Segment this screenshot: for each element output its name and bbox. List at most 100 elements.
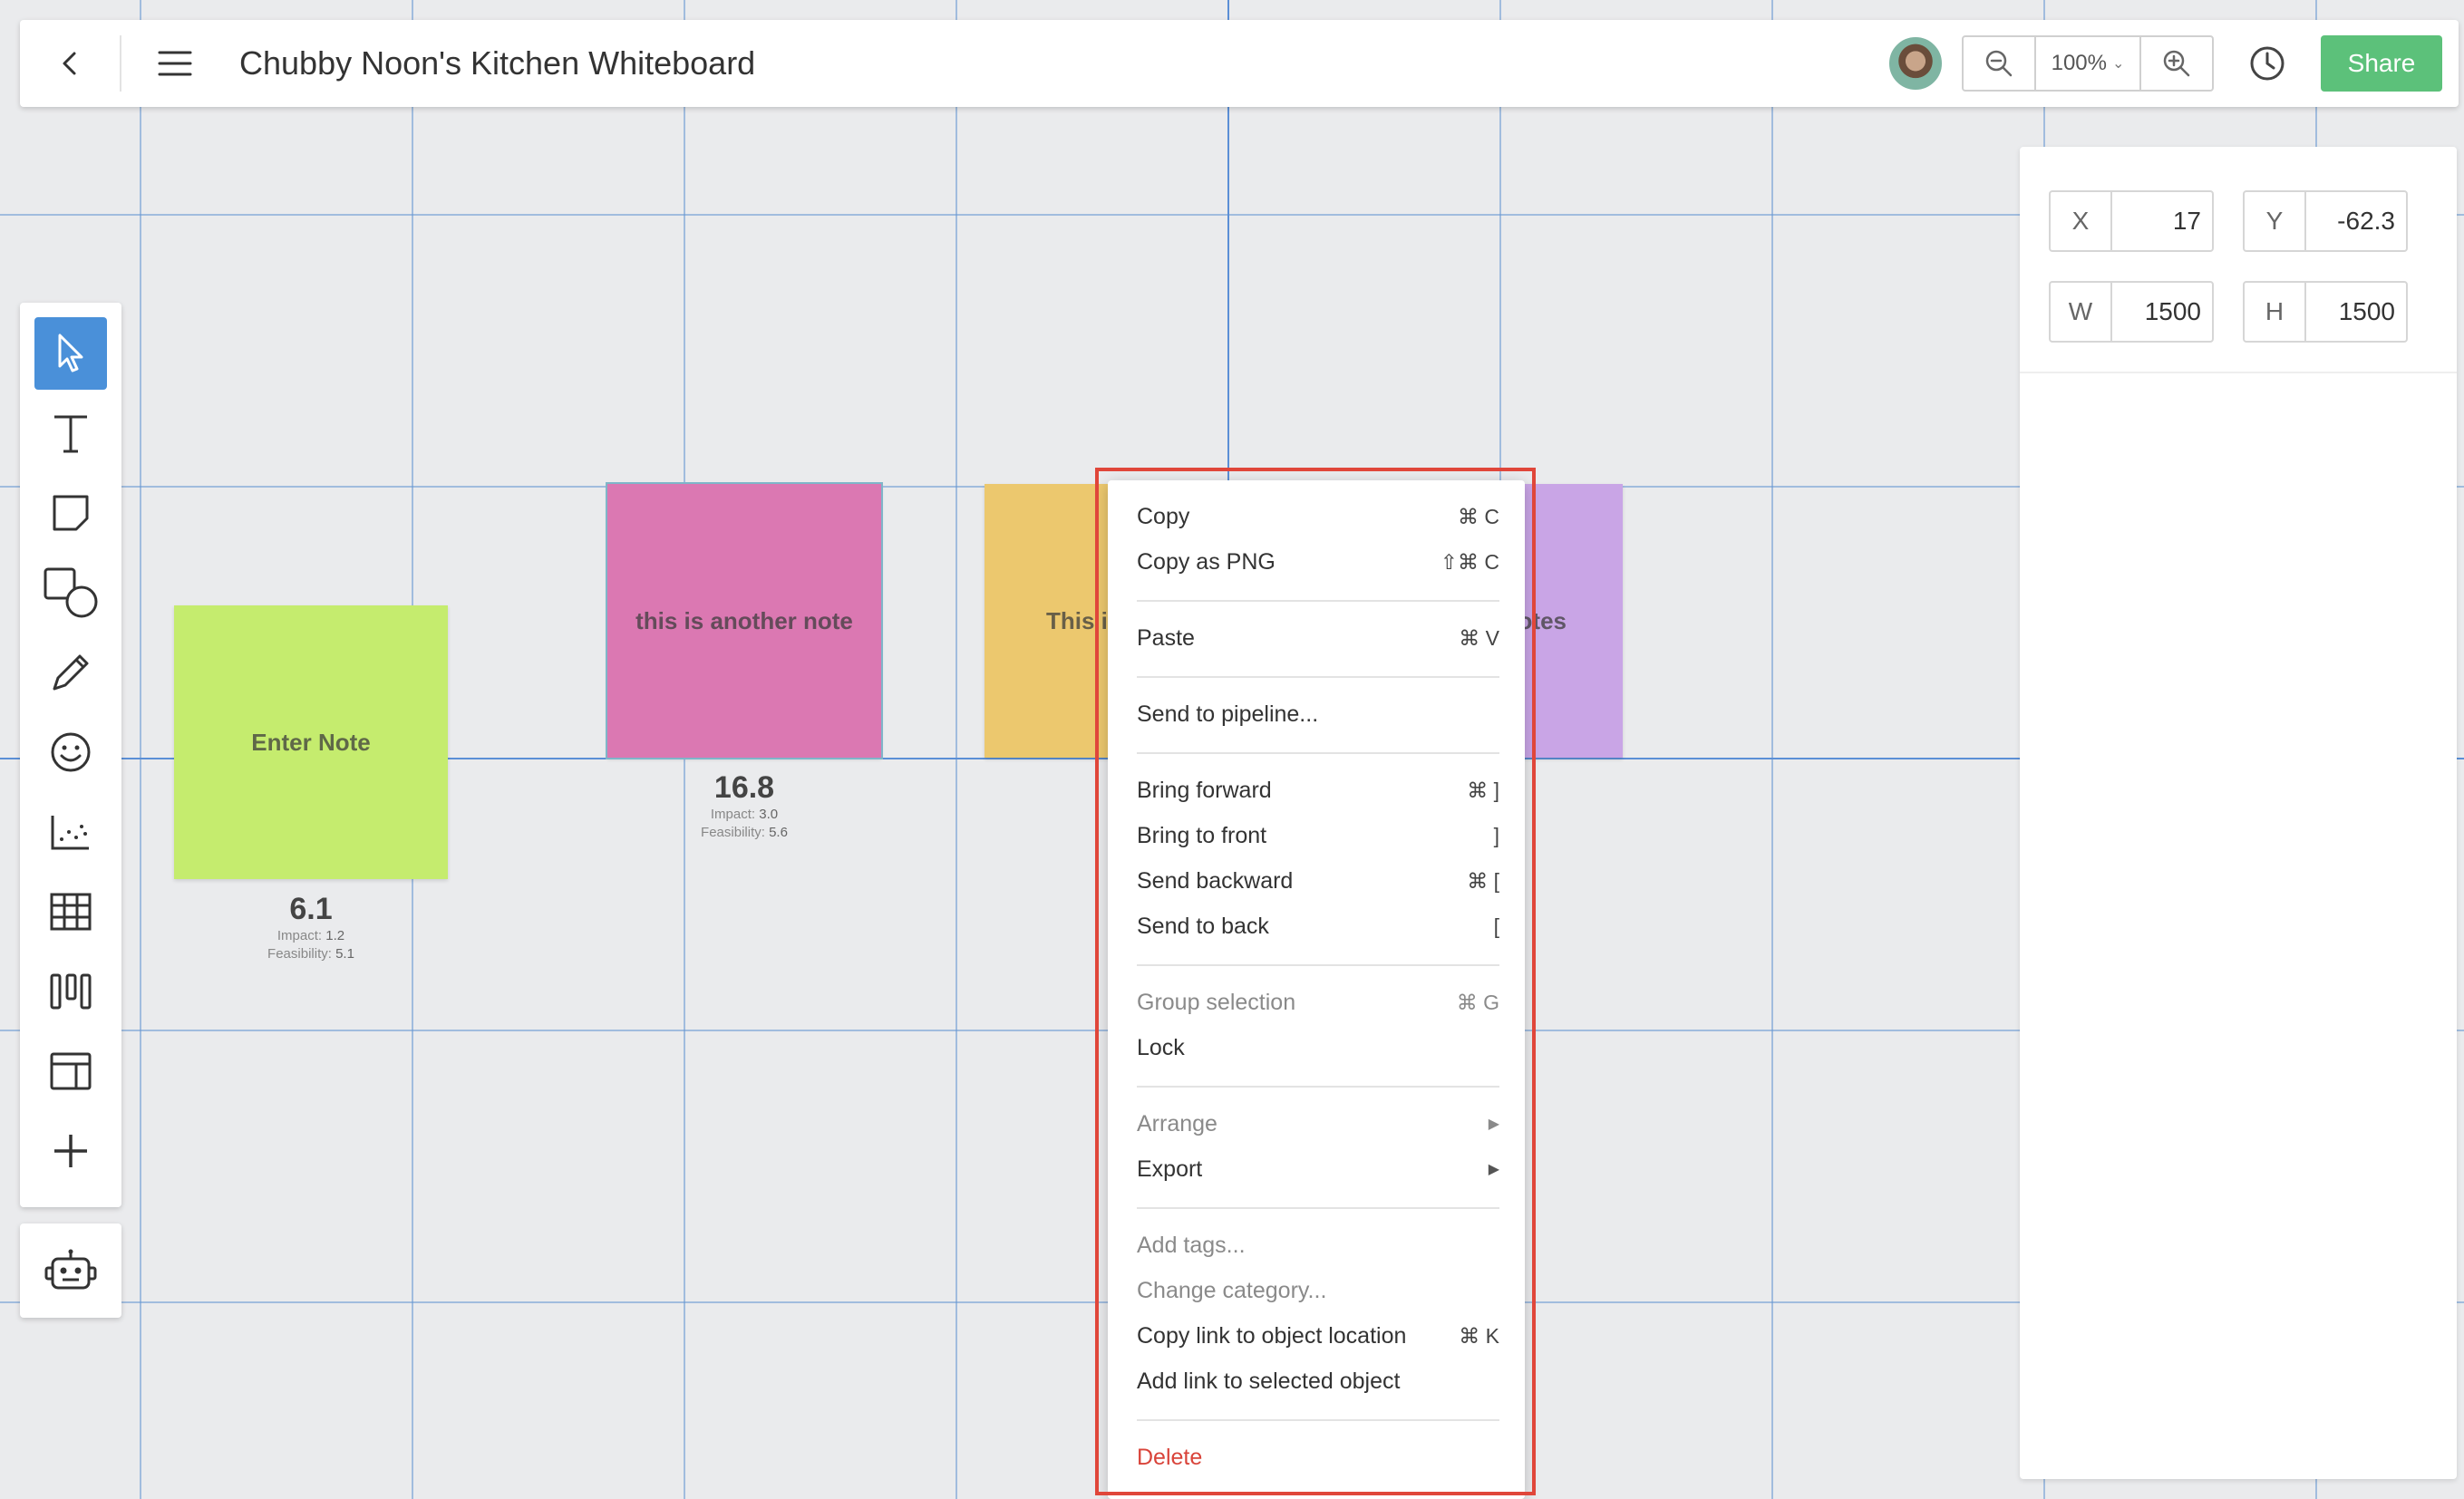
y-value[interactable]: -62.3 xyxy=(2306,192,2406,250)
menu-item-label: Bring forward xyxy=(1137,777,1272,803)
top-bar: Chubby Noon's Kitchen Whiteboard 100% ⌄ S… xyxy=(20,20,2459,107)
menu-item-label: Bring to front xyxy=(1137,822,1267,848)
zoom-control: 100% ⌄ xyxy=(1962,35,2214,92)
pen-tool[interactable] xyxy=(34,636,107,709)
select-tool[interactable] xyxy=(34,317,107,390)
menu-item-label: Send to back xyxy=(1137,913,1269,939)
menu-divider xyxy=(1137,676,1499,678)
menu-item-paste[interactable]: Paste ⌘ V xyxy=(1137,618,1499,658)
shapes-icon xyxy=(44,567,98,618)
menu-item-label: Copy xyxy=(1137,503,1190,529)
avatar[interactable] xyxy=(1889,37,1942,90)
menu-item-send-to-pipeline[interactable]: Send to pipeline... xyxy=(1137,694,1499,734)
kanban-tool[interactable] xyxy=(34,955,107,1028)
zoom-in-button[interactable] xyxy=(2141,37,2212,90)
context-menu: Copy ⌘ C Copy as PNG ⇧⌘ C Paste ⌘ V Send to… xyxy=(1108,480,1525,1499)
menu-item-delete[interactable]: Delete xyxy=(1137,1437,1499,1477)
menu-item-copy[interactable]: Copy ⌘ C xyxy=(1137,497,1499,537)
menu-divider xyxy=(1137,1419,1499,1421)
text-tool[interactable] xyxy=(34,397,107,469)
table-tool[interactable] xyxy=(34,875,107,948)
shortcut: ⌘ [ xyxy=(1467,868,1499,893)
menu-divider xyxy=(1137,600,1499,602)
note-text: this is another note xyxy=(635,606,853,634)
grid-icon xyxy=(50,893,92,931)
x-label: X xyxy=(2051,192,2112,250)
zoom-level-value: 100% xyxy=(2051,51,2107,75)
cursor-icon xyxy=(58,334,83,372)
y-field[interactable]: Y -62.3 xyxy=(2243,190,2408,252)
scatter-plot-icon xyxy=(51,816,89,850)
share-button[interactable]: Share xyxy=(2321,35,2442,92)
tool-palette xyxy=(20,303,121,1207)
score-value: 6.1 xyxy=(289,892,333,926)
menu-item-bring-forward[interactable]: Bring forward ⌘ ] xyxy=(1137,770,1499,810)
frame-tool[interactable] xyxy=(34,1035,107,1107)
menu-button[interactable] xyxy=(121,20,228,107)
menu-item-send-to-back[interactable]: Send to back [ xyxy=(1137,906,1499,946)
menu-item-change-category[interactable]: Change category... xyxy=(1137,1271,1499,1310)
properties-panel: X 17 Y -62.3 W 1500 H 1500 xyxy=(2020,147,2457,1479)
shapes-tool[interactable] xyxy=(34,556,107,629)
height-field[interactable]: H 1500 xyxy=(2243,281,2408,343)
note-score: 6.1 Impact: 1.2 Feasibility: 5.1 xyxy=(174,892,448,963)
menu-item-arrange[interactable]: Arrange ▶ xyxy=(1137,1104,1499,1144)
back-button[interactable] xyxy=(20,20,120,107)
menu-item-lock[interactable]: Lock xyxy=(1137,1028,1499,1068)
pencil-icon xyxy=(53,654,89,691)
w-value[interactable]: 1500 xyxy=(2112,283,2212,341)
menu-item-bring-to-front[interactable]: Bring to front] xyxy=(1137,816,1499,856)
menu-item-label: Send to pipeline... xyxy=(1137,701,1319,727)
board-title[interactable]: Chubby Noon's Kitchen Whiteboard xyxy=(239,44,755,82)
add-tool[interactable] xyxy=(34,1115,107,1187)
menu-item-export[interactable]: Export ▶ xyxy=(1137,1149,1499,1189)
x-value[interactable]: 17 xyxy=(2112,192,2212,250)
robot-icon xyxy=(44,1249,97,1290)
menu-item-label: Export xyxy=(1137,1156,1203,1182)
hamburger-icon xyxy=(158,51,192,76)
layout-icon xyxy=(50,1052,92,1090)
menu-item-copy-as-png[interactable]: Copy as PNG ⇧⌘ C xyxy=(1137,542,1499,582)
menu-item-group-selection[interactable]: Group selection ⌘ G xyxy=(1137,982,1499,1022)
menu-item-copy-link[interactable]: Copy link to object location ⌘ K xyxy=(1137,1316,1499,1356)
menu-item-add-tags[interactable]: Add tags... xyxy=(1137,1225,1499,1265)
feasibility-value: 5.1 xyxy=(335,946,354,962)
menu-divider xyxy=(1137,1086,1499,1088)
menu-item-label: Paste xyxy=(1137,624,1195,651)
emoji-tool[interactable] xyxy=(34,716,107,788)
shortcut: [ xyxy=(1493,914,1499,938)
sticky-note[interactable]: Enter Note xyxy=(174,605,448,879)
history-button[interactable] xyxy=(2226,35,2308,92)
impact-line: Impact: 1.2 xyxy=(174,927,448,945)
menu-item-label: Lock xyxy=(1137,1034,1185,1060)
menu-item-add-link[interactable]: Add link to selected object xyxy=(1137,1361,1499,1401)
x-field[interactable]: X 17 xyxy=(2049,190,2214,252)
shortcut: ⌘ V xyxy=(1459,625,1499,650)
menu-divider xyxy=(1137,1207,1499,1209)
impact-value: 3.0 xyxy=(759,807,779,822)
menu-item-label: Send backward xyxy=(1137,867,1294,894)
caret-right-icon: ▶ xyxy=(1488,1117,1499,1132)
scatter-plot-tool[interactable] xyxy=(34,796,107,868)
shortcut: ⌘ K xyxy=(1459,1323,1499,1348)
zoom-out-button[interactable] xyxy=(1964,37,2034,90)
impact-label: Impact: xyxy=(276,928,323,943)
chevron-down-icon: ⌄ xyxy=(2111,56,2125,72)
note-text: Enter Note xyxy=(251,728,371,756)
zoom-in-icon xyxy=(2163,50,2190,77)
sticky-note[interactable]: this is another note xyxy=(606,482,883,759)
zoom-level-dropdown[interactable]: 100% ⌄ xyxy=(2034,37,2141,90)
width-field[interactable]: W 1500 xyxy=(2049,281,2214,343)
impact-line: Impact: 3.0 xyxy=(607,806,881,824)
score-value: 16.8 xyxy=(713,770,775,805)
shortcut: ⇧⌘ C xyxy=(1440,549,1499,574)
menu-item-label: Group selection xyxy=(1137,989,1296,1015)
sticky-note-tool[interactable] xyxy=(34,477,107,549)
assistant-button[interactable] xyxy=(20,1223,121,1318)
menu-item-label: Add link to selected object xyxy=(1137,1368,1401,1394)
sticky-note-icon xyxy=(53,495,89,531)
menu-item-send-backward[interactable]: Send backward ⌘ [ xyxy=(1137,861,1499,901)
feasibility-value: 5.6 xyxy=(769,825,788,840)
h-value[interactable]: 1500 xyxy=(2306,283,2406,341)
feasibility-label: Feasibility: xyxy=(701,825,765,840)
